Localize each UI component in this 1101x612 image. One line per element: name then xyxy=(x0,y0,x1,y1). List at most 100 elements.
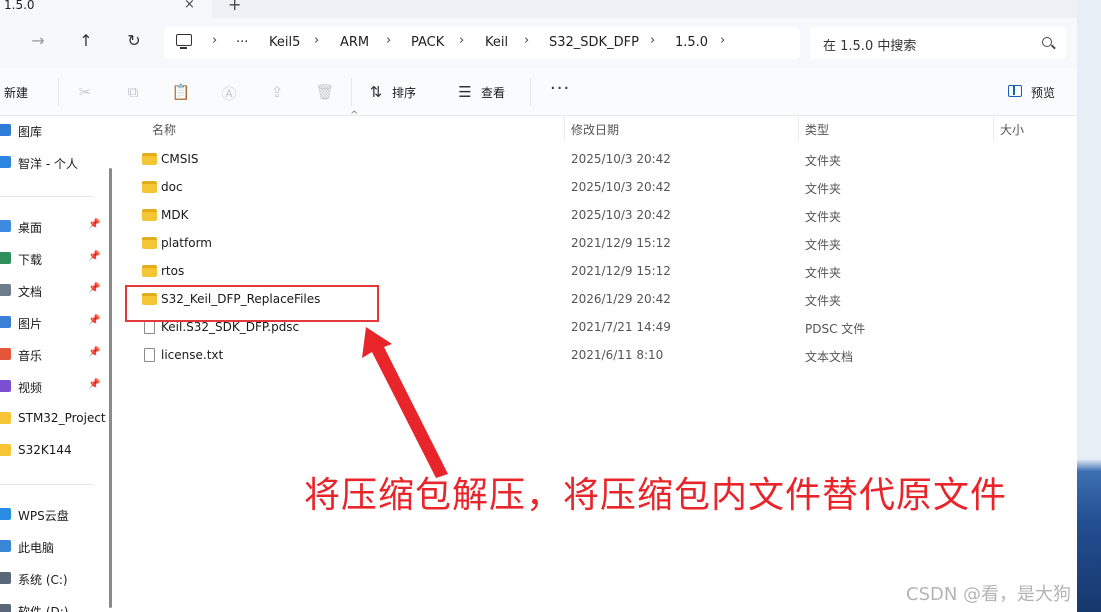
chevron-right-icon[interactable]: › xyxy=(650,33,655,48)
sidebar-item-label: 视频 xyxy=(18,381,43,395)
file-type: PDSC 文件 xyxy=(805,322,866,336)
sidebar-item-label: STM32_Project xyxy=(18,411,106,425)
breadcrumb-1-5-0[interactable]: 1.5.0 xyxy=(675,35,708,50)
sidebar-item[interactable]: 视频 📌 xyxy=(0,376,108,398)
search-input[interactable]: 在 1.5.0 中搜索 xyxy=(823,35,916,54)
file-name: CMSIS xyxy=(161,152,199,166)
table-row[interactable]: CMSIS 2025/10/3 20:42 文件夹 xyxy=(119,146,1077,174)
sidebar-item-icon xyxy=(0,380,11,392)
forward-icon[interactable]: → xyxy=(28,31,48,50)
sidebar-item[interactable]: 智洋 - 个人 xyxy=(0,152,108,174)
tab-current-folder[interactable]: 1.5.0 × xyxy=(0,0,212,18)
sidebar-item-icon xyxy=(0,220,11,232)
pin-icon[interactable]: 📌 xyxy=(88,251,100,262)
file-type: 文件夹 xyxy=(805,294,842,308)
sidebar-item[interactable]: STM32_Project xyxy=(0,408,108,430)
sidebar-item-label: S32K144 xyxy=(18,443,72,457)
sidebar-item[interactable]: 软件 (D:) xyxy=(0,600,108,612)
close-icon[interactable]: × xyxy=(184,0,195,12)
column-divider[interactable] xyxy=(798,116,799,140)
new-button[interactable]: 新建 xyxy=(4,84,28,101)
breadcrumb-keil[interactable]: Keil xyxy=(485,35,508,50)
chevron-right-icon[interactable]: › xyxy=(212,33,217,48)
search-box[interactable]: 在 1.5.0 中搜索 xyxy=(810,27,1066,59)
sidebar-item[interactable]: WPS云盘 xyxy=(0,504,108,526)
file-type: 文件夹 xyxy=(805,238,842,252)
column-header-name[interactable]: 名称 xyxy=(152,121,176,138)
column-header-modified[interactable]: 修改日期 xyxy=(571,121,619,138)
view-icon[interactable]: ☰ xyxy=(455,83,475,101)
column-divider[interactable] xyxy=(993,116,994,140)
pin-icon[interactable]: 📌 xyxy=(88,379,100,390)
search-icon[interactable] xyxy=(1042,37,1052,47)
copy-icon[interactable]: ⧉ xyxy=(123,83,143,101)
refresh-icon[interactable]: ↻ xyxy=(124,31,144,50)
chevron-right-icon[interactable]: › xyxy=(524,33,529,48)
table-row[interactable]: doc 2025/10/3 20:42 文件夹 xyxy=(119,174,1077,202)
cut-icon[interactable]: ✂ xyxy=(75,83,95,101)
sidebar-item[interactable]: 此电脑 xyxy=(0,536,108,558)
share-icon[interactable]: ⇪ xyxy=(267,83,287,101)
file-modified-date: 2025/10/3 20:42 xyxy=(571,152,671,166)
sidebar-item-icon xyxy=(0,124,11,136)
sidebar-item[interactable]: 图片 📌 xyxy=(0,312,108,334)
pin-icon[interactable]: 📌 xyxy=(88,347,100,358)
breadcrumb-pack[interactable]: PACK xyxy=(411,35,444,50)
sidebar-item-label: 文档 xyxy=(18,285,43,299)
file-name: platform xyxy=(161,236,212,250)
sidebar-item[interactable]: S32K144 xyxy=(0,440,108,462)
sidebar-item[interactable]: 桌面 📌 xyxy=(0,216,108,238)
sort-icon[interactable]: ⇅ xyxy=(366,83,386,101)
breadcrumb-s32-sdk-dfp[interactable]: S32_SDK_DFP xyxy=(549,35,639,50)
view-button[interactable]: 查看 xyxy=(481,84,505,101)
file-icon xyxy=(144,348,155,362)
command-bar: 新建 ✂ ⧉ 📋 Ⓐ ⇪ 🗑 ⇅ 排序 ☰ 查看 ··· 预览 xyxy=(0,68,1077,116)
sidebar-divider xyxy=(0,196,94,197)
sidebar-item-label: 此电脑 xyxy=(18,541,55,555)
address-bar[interactable]: › ··· Keil5 › ARM › PACK › Keil › S32_SD… xyxy=(164,27,800,59)
breadcrumb-arm[interactable]: ARM xyxy=(340,35,369,50)
sidebar-item[interactable]: 文档 📌 xyxy=(0,280,108,302)
folder-icon xyxy=(142,265,157,277)
sidebar-item-icon xyxy=(0,348,11,360)
column-header-type[interactable]: 类型 xyxy=(805,121,829,138)
sidebar-item[interactable]: 系统 (C:) xyxy=(0,568,108,590)
more-options-icon[interactable]: ··· xyxy=(550,78,570,99)
column-header-size[interactable]: 大小 xyxy=(1000,121,1024,138)
sidebar-scrollbar[interactable] xyxy=(109,168,112,608)
chevron-right-icon[interactable]: › xyxy=(386,33,391,48)
preview-pane-icon[interactable] xyxy=(1008,85,1022,97)
toolbar-divider xyxy=(530,78,531,106)
delete-icon[interactable]: 🗑 xyxy=(315,83,335,101)
file-name: license.txt xyxy=(161,348,224,362)
rename-icon[interactable]: Ⓐ xyxy=(219,83,239,104)
file-name: rtos xyxy=(161,264,185,278)
breadcrumb-overflow[interactable]: ··· xyxy=(236,35,248,50)
pin-icon[interactable]: 📌 xyxy=(88,283,100,294)
file-list: ^ 名称 修改日期 类型 大小 CMSIS 2025/10/3 20:42 文件夹 d… xyxy=(119,110,1077,612)
table-row[interactable]: MDK 2025/10/3 20:42 文件夹 xyxy=(119,202,1077,230)
table-row[interactable]: platform 2021/12/9 15:12 文件夹 xyxy=(119,230,1077,258)
sidebar-item[interactable]: 音乐 📌 xyxy=(0,344,108,366)
annotation-highlight-box xyxy=(125,285,379,322)
pin-icon[interactable]: 📌 xyxy=(88,219,100,230)
sort-button[interactable]: 排序 xyxy=(392,84,416,101)
tab-bar: 1.5.0 × + xyxy=(0,0,1077,18)
chevron-right-icon[interactable]: › xyxy=(720,33,725,48)
paste-icon[interactable]: 📋 xyxy=(171,83,191,101)
preview-button[interactable]: 预览 xyxy=(1031,84,1055,101)
file-name: Keil.S32_SDK_DFP.pdsc xyxy=(161,320,300,334)
chevron-right-icon[interactable]: › xyxy=(459,33,464,48)
breadcrumb-keil5[interactable]: Keil5 xyxy=(269,35,300,50)
computer-icon[interactable] xyxy=(176,34,192,49)
new-tab-icon[interactable]: + xyxy=(228,0,241,14)
pin-icon[interactable]: 📌 xyxy=(88,315,100,326)
column-divider[interactable] xyxy=(564,116,565,140)
chevron-right-icon[interactable]: › xyxy=(314,33,319,48)
table-row[interactable]: rtos 2021/12/9 15:12 文件夹 xyxy=(119,258,1077,286)
up-arrow-icon[interactable]: ↑ xyxy=(76,31,96,50)
sidebar-item[interactable]: 下载 📌 xyxy=(0,248,108,270)
sidebar-item[interactable]: 图库 xyxy=(0,120,108,142)
table-row[interactable]: license.txt 2021/6/11 8:10 文本文档 xyxy=(119,342,1077,370)
file-modified-date: 2025/10/3 20:42 xyxy=(571,208,671,222)
